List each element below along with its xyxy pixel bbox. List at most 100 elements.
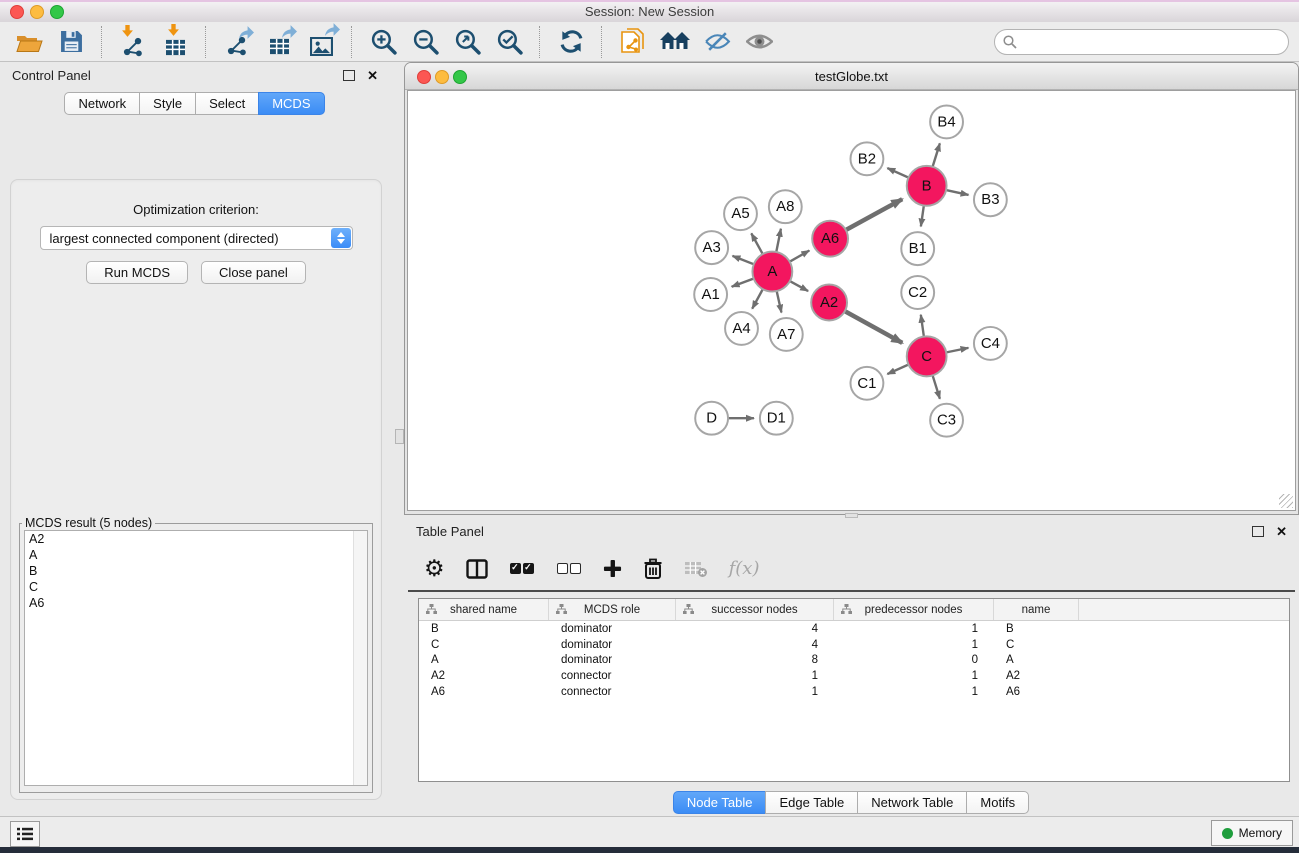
graph-node-B2[interactable]: B2	[851, 142, 884, 175]
graph-node-A5[interactable]: A5	[724, 197, 757, 230]
zoom-selected-icon[interactable]	[491, 25, 527, 59]
float-table-panel-icon[interactable]	[1252, 526, 1264, 537]
tab-motifs[interactable]: Motifs	[966, 791, 1029, 814]
graph-node-A1[interactable]: A1	[694, 278, 727, 311]
memory-label: Memory	[1239, 826, 1282, 840]
svg-text:A2: A2	[820, 294, 838, 311]
network-close-icon[interactable]	[417, 70, 431, 84]
mcds-result-item[interactable]: A2	[25, 531, 367, 547]
titlebar: Session: New Session	[0, 0, 1299, 23]
open-file-icon[interactable]	[11, 25, 47, 59]
new-network-from-file-icon[interactable]	[615, 25, 651, 59]
toolbar-separator	[101, 26, 103, 58]
hide-graphics-details-icon[interactable]	[699, 25, 735, 59]
export-network-icon[interactable]	[219, 25, 255, 59]
graph-node-A3[interactable]: A3	[695, 231, 728, 264]
table-cell: A	[419, 654, 549, 666]
graph-node-A2[interactable]: A2	[811, 285, 847, 321]
network-window-titlebar[interactable]: testGlobe.txt	[405, 63, 1298, 90]
svg-text:B1: B1	[909, 240, 927, 257]
close-panel-button[interactable]: Close panel	[201, 261, 306, 284]
function-builder-icon[interactable]: f(x)	[729, 558, 760, 579]
graph-node-A8[interactable]: A8	[769, 190, 802, 223]
mcds-result-item[interactable]: A	[25, 547, 367, 563]
network-canvas[interactable]: B4 B2 B B3 A8 A5 A6 A3 B1 A C2 A1 A2 A4 A7 C4 C C1 C3 D D1	[407, 90, 1296, 511]
graph-node-A6[interactable]: A6	[812, 221, 848, 257]
table-cell: 1	[676, 670, 834, 682]
tab-network-table[interactable]: Network Table	[857, 791, 967, 814]
column-header-name[interactable]: name	[994, 599, 1079, 620]
import-table-icon[interactable]	[157, 25, 193, 59]
table-row[interactable]: Bdominator41B	[419, 621, 1289, 637]
network-minimize-icon[interactable]	[435, 70, 449, 84]
table-options-gear-icon[interactable]: ⚙	[424, 557, 445, 580]
graph-node-C1[interactable]: C1	[851, 367, 884, 400]
deselect-all-icon[interactable]	[556, 563, 582, 574]
close-table-panel-icon[interactable]: ✕	[1276, 525, 1287, 538]
add-column-icon[interactable]	[603, 559, 622, 578]
graph-node-D1[interactable]: D1	[760, 402, 793, 435]
search-input[interactable]	[994, 29, 1289, 55]
graph-node-C4[interactable]: C4	[974, 327, 1007, 360]
graph-node-B3[interactable]: B3	[974, 183, 1007, 216]
home-icon[interactable]	[657, 25, 693, 59]
window-resize-grip[interactable]	[1279, 494, 1293, 508]
svg-text:C2: C2	[908, 284, 927, 301]
mcds-result-item[interactable]: A6	[25, 595, 367, 611]
tab-select[interactable]: Select	[195, 92, 259, 115]
graph-node-B4[interactable]: B4	[930, 105, 963, 138]
import-network-icon[interactable]	[115, 25, 151, 59]
graph-node-A7[interactable]: A7	[770, 318, 803, 351]
mcds-result-item[interactable]: B	[25, 563, 367, 579]
run-mcds-button[interactable]: Run MCDS	[86, 261, 188, 284]
column-header-MCDS-role[interactable]: MCDS role	[549, 599, 676, 620]
memory-button[interactable]: Memory	[1211, 820, 1293, 846]
table-row[interactable]: A6connector11A6	[419, 684, 1289, 700]
zoom-out-icon[interactable]	[407, 25, 443, 59]
column-type-icon	[683, 604, 694, 614]
vertical-splitter-handle[interactable]	[395, 429, 404, 444]
graph-node-B[interactable]: B	[907, 166, 947, 206]
desktop-background	[0, 847, 1299, 853]
table-panel: Table Panel ✕ ⚙ f(x) shared nameMCDS rol…	[404, 518, 1299, 816]
graph-node-A4[interactable]: A4	[725, 312, 758, 345]
float-panel-icon[interactable]	[343, 70, 355, 81]
graph-node-C2[interactable]: C2	[901, 276, 934, 309]
tab-mcds[interactable]: MCDS	[258, 92, 324, 115]
mcds-result-item[interactable]: C	[25, 579, 367, 595]
criterion-select[interactable]: largest connected component (directed)	[40, 226, 353, 250]
table-row[interactable]: Adominator80A	[419, 653, 1289, 669]
task-history-button[interactable]	[10, 821, 40, 847]
tab-style[interactable]: Style	[139, 92, 196, 115]
export-image-icon[interactable]	[303, 25, 339, 59]
tab-node-table[interactable]: Node Table	[673, 791, 767, 814]
column-selector-icon[interactable]	[466, 559, 488, 579]
column-header-predecessor-nodes[interactable]: predecessor nodes	[834, 599, 994, 620]
zoom-in-icon[interactable]	[365, 25, 401, 59]
column-header-successor-nodes[interactable]: successor nodes	[676, 599, 834, 620]
tab-network[interactable]: Network	[64, 92, 140, 115]
show-graphics-details-icon[interactable]	[741, 25, 777, 59]
tab-edge-table[interactable]: Edge Table	[765, 791, 858, 814]
column-header-shared-name[interactable]: shared name	[419, 599, 549, 620]
select-all-icon[interactable]	[509, 563, 535, 574]
graph-node-C[interactable]: C	[907, 336, 947, 376]
zoom-fit-icon[interactable]	[449, 25, 485, 59]
table-toolbar: ⚙ f(x)	[408, 547, 1295, 592]
delete-table-icon[interactable]	[684, 560, 708, 578]
graph-node-C3[interactable]: C3	[930, 404, 963, 437]
table-row[interactable]: Cdominator41C	[419, 637, 1289, 653]
delete-column-icon[interactable]	[643, 558, 663, 580]
close-panel-icon[interactable]: ✕	[367, 69, 378, 82]
refresh-icon[interactable]	[553, 25, 589, 59]
network-zoom-icon[interactable]	[453, 70, 467, 84]
graph-node-B1[interactable]: B1	[901, 232, 934, 265]
graph-node-D[interactable]: D	[695, 402, 728, 435]
graph-node-A[interactable]: A	[752, 252, 792, 292]
column-type-icon	[556, 604, 567, 614]
mcds-result-list[interactable]: A2ABCA6	[24, 530, 368, 786]
table-row[interactable]: A2connector11A2	[419, 668, 1289, 684]
save-session-icon[interactable]	[53, 25, 89, 59]
result-scrollbar-track[interactable]	[353, 531, 367, 785]
export-table-icon[interactable]	[261, 25, 297, 59]
